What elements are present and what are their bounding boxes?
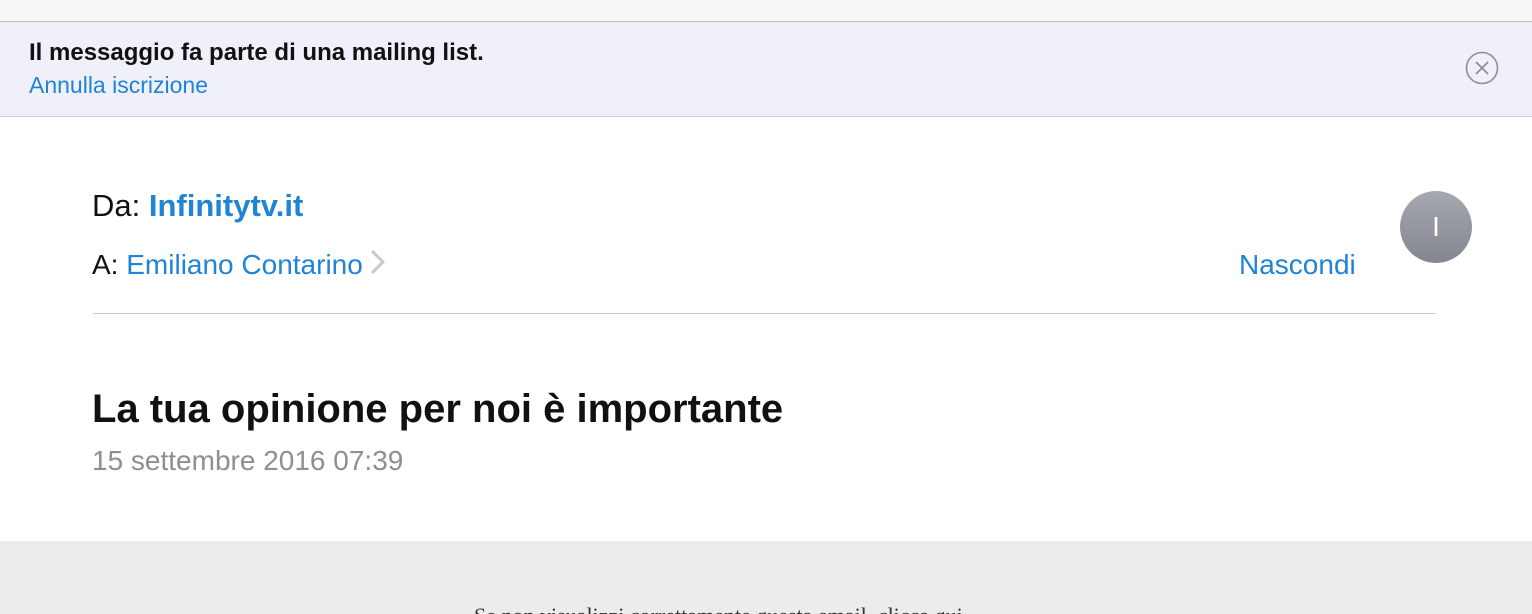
mailing-list-notice: Il messaggio fa parte di una mailing lis… xyxy=(29,39,484,66)
unsubscribe-link[interactable]: Annulla iscrizione xyxy=(29,72,208,99)
top-bar xyxy=(0,0,1532,22)
email-date: 15 settembre 2016 07:39 xyxy=(92,445,404,476)
close-banner-button[interactable] xyxy=(1465,51,1499,85)
to-label: A: xyxy=(92,249,119,280)
header-divider xyxy=(93,313,1436,314)
hide-details-button[interactable]: Nascondi xyxy=(1239,249,1356,281)
from-label: Da: xyxy=(92,188,141,223)
email-body: Se non visualizzi correttamente questa e… xyxy=(0,541,1532,614)
mailing-list-banner: Il messaggio fa parte di una mailing lis… xyxy=(0,22,1532,117)
sender-avatar[interactable]: I xyxy=(1400,191,1472,263)
body-preview-text: Se non visualizzi correttamente questa e… xyxy=(474,603,963,614)
to-row: A: Emiliano Contarino xyxy=(92,249,385,281)
chevron-right-icon[interactable] xyxy=(371,249,385,281)
recipient-name[interactable]: Emiliano Contarino xyxy=(126,249,363,280)
close-circle-icon xyxy=(1465,51,1499,85)
from-row: Da: Infinitytv.it xyxy=(92,188,303,224)
email-subject: La tua opinione per noi è importante xyxy=(92,387,784,431)
sender-name[interactable]: Infinitytv.it xyxy=(149,188,303,223)
